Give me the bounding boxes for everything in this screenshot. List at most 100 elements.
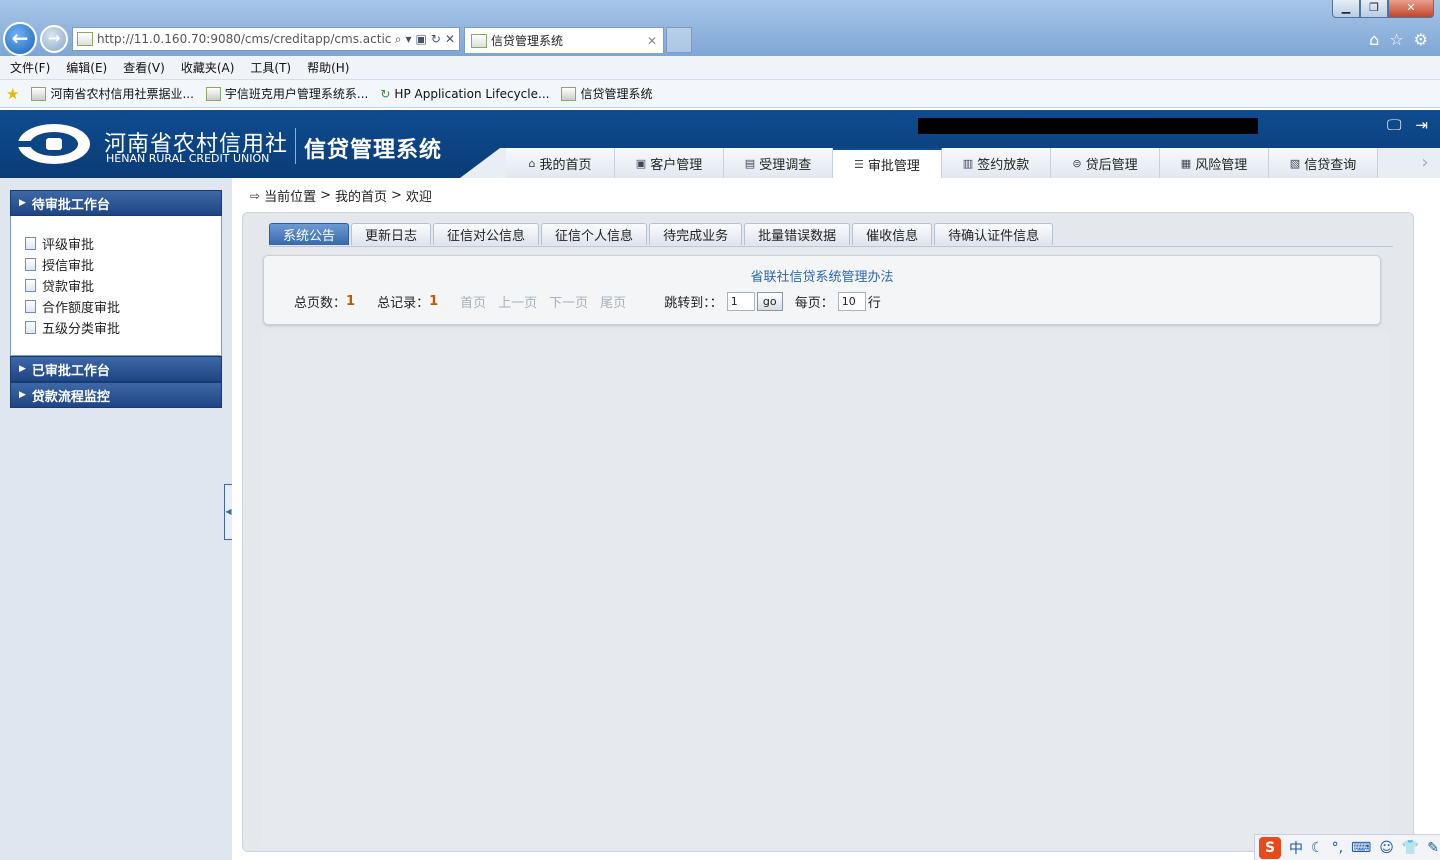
last-page-link[interactable]: 尾页 — [600, 292, 626, 311]
nav-risk[interactable]: ▦ 风险管理 — [1160, 148, 1269, 178]
monitor-icon[interactable]: 🖵 — [1387, 116, 1401, 134]
skin-shirt-icon[interactable]: 👕 — [1402, 840, 1419, 856]
main-content: ⇨ 当前位置 > 我的首页 > 欢迎 系统公告 更新日志 征信对公信息 征信个人… — [232, 178, 1440, 860]
favorites-star-icon[interactable]: ★ — [6, 85, 19, 103]
address-bar[interactable]: http://11.0.160.70:9080/cms/creditapp/cm… — [72, 27, 460, 51]
address-input[interactable]: http://11.0.160.70:9080/cms/creditapp/cm… — [97, 32, 391, 46]
breadcrumb-label: 当前位置 — [264, 190, 317, 205]
jump-page-input[interactable]: 1 — [726, 292, 755, 311]
browser-tab[interactable]: 信贷管理系统 ✕ — [464, 27, 664, 53]
system-name: 信贷管理系统 — [304, 138, 443, 163]
notice-title-link[interactable]: 省联社信贷系统管理办法 — [264, 266, 1380, 285]
favorite-item[interactable]: 信贷管理系统 — [561, 85, 652, 102]
compat-view-icon[interactable]: ▣ — [416, 32, 427, 47]
tab-personal-credit-info[interactable]: 征信个人信息 — [541, 223, 648, 245]
header-tools: 🖵 ⇥ — [1387, 116, 1428, 134]
dropdown-icon[interactable]: ▾ — [406, 32, 412, 47]
sidebar-item-rating-approval[interactable]: 评级审批 — [25, 234, 94, 253]
sidebar-item-five-class-approval[interactable]: 五级分类审批 — [25, 318, 120, 337]
window-controls: ▁ ❐ ✕ — [1332, 0, 1434, 18]
favorite-item[interactable]: 河南省农村信用社票据业... — [31, 85, 194, 102]
breadcrumb-sep: > — [320, 188, 331, 203]
search-icon[interactable]: ⌕ — [395, 32, 402, 47]
postloan-icon: ⊜ — [1072, 156, 1082, 170]
per-page-input[interactable]: 10 — [837, 292, 866, 311]
favorites-star-icon[interactable]: ☆ — [1389, 30, 1403, 49]
home-icon[interactable]: ⌂ — [1369, 30, 1379, 49]
nav-postloan[interactable]: ⊜ 贷后管理 — [1051, 148, 1160, 178]
half-width-moon-icon[interactable]: ☾ — [1311, 840, 1324, 856]
sidebar-item-loan-approval[interactable]: 贷款审批 — [25, 276, 94, 295]
tab-collection-info[interactable]: 催收信息 — [852, 223, 933, 245]
tab-id-confirm-info[interactable]: 待确认证件信息 — [934, 223, 1054, 245]
nav-query[interactable]: ▧ 信贷查询 — [1269, 148, 1378, 178]
punctuation-icon[interactable]: °, — [1332, 840, 1343, 856]
go-button[interactable]: go — [756, 292, 783, 311]
menu-help[interactable]: 帮助(H) — [307, 59, 349, 76]
jump-label: 跳转到：： — [664, 296, 723, 311]
tab-update-log[interactable]: 更新日志 — [351, 223, 432, 245]
nav-scroll-right-icon[interactable]: › — [1410, 148, 1440, 178]
wrench-icon[interactable]: ✎ — [1427, 840, 1439, 856]
maximize-button[interactable]: ❐ — [1360, 0, 1388, 18]
nav-approval[interactable]: ☰ 审批管理 — [833, 148, 942, 178]
org-name-en: HENAN RURAL CREDIT UNION — [106, 152, 270, 165]
user-icon[interactable]: ☺ — [1379, 840, 1394, 856]
menu-file[interactable]: 文件(F) — [10, 59, 50, 76]
menu-edit[interactable]: 编辑(E) — [66, 59, 107, 76]
logout-icon[interactable]: ⇥ — [1415, 116, 1428, 134]
menu-favorites[interactable]: 收藏夹(A) — [181, 59, 235, 76]
close-window-button[interactable]: ✕ — [1388, 0, 1434, 18]
favorite-item[interactable]: 宇信班克用户管理系统系... — [205, 85, 368, 102]
first-page-link[interactable]: 首页 — [460, 292, 486, 311]
forward-button[interactable]: → — [40, 25, 68, 53]
address-tools: ⌕ ▾ ▣ ↻ ✕ — [391, 32, 459, 47]
new-tab-button[interactable] — [666, 27, 692, 53]
prev-page-link[interactable]: 上一页 — [498, 292, 537, 311]
stop-icon[interactable]: ✕ — [445, 32, 455, 47]
nav-customer[interactable]: ▣ 客户管理 — [615, 148, 724, 178]
nav-contract[interactable]: ▥ 签约放款 — [942, 148, 1051, 178]
favorite-item[interactable]: ↻ HP Application Lifecycle... — [380, 87, 549, 101]
logo-divider — [295, 128, 296, 164]
survey-icon: ▤ — [744, 156, 756, 170]
sidebar-section-approved[interactable]: ▶ 已审批工作台 — [10, 356, 222, 382]
keyboard-icon[interactable]: ⌨ — [1351, 840, 1371, 856]
menu-tools[interactable]: 工具(T) — [250, 59, 291, 76]
sidebar-item-coop-limit-approval[interactable]: 合作额度审批 — [25, 297, 120, 316]
tab-batch-error-data[interactable]: 批量错误数据 — [744, 223, 851, 245]
total-pages-value: 1 — [346, 294, 356, 309]
app-header: 河南省农村信用社 HENAN RURAL CREDIT UNION 信贷管理系统… — [0, 110, 1440, 178]
sub-tabs: 系统公告 更新日志 征信对公信息 征信个人信息 待完成业务 批量错误数据 催收信… — [269, 223, 1054, 245]
tab-title: 信贷管理系统 — [491, 34, 564, 48]
total-records-label: 总记录： — [377, 296, 430, 311]
sidebar-section-monitor[interactable]: ▶ 贷款流程监控 — [10, 382, 222, 408]
tab-pending-business[interactable]: 待完成业务 — [649, 223, 743, 245]
sidebar-section-pending[interactable]: ▶ 待审批工作台 — [10, 190, 222, 216]
per-page-label: 每页： — [794, 296, 834, 311]
tab-corp-credit-info[interactable]: 征信对公信息 — [433, 223, 540, 245]
tab-system-notice[interactable]: 系统公告 — [269, 223, 350, 245]
minimize-button[interactable]: ▁ — [1332, 0, 1360, 18]
nav-home[interactable]: ⌂ 我的首页 — [506, 148, 615, 178]
browser-right-tools: ⌂ ☆ ⚙ — [1369, 30, 1428, 49]
triangle-right-icon: ▶ — [19, 364, 26, 374]
gear-icon[interactable]: ⚙ — [1414, 30, 1428, 49]
sogou-ime-icon[interactable]: S — [1259, 836, 1281, 859]
list-icon: ☰ — [854, 157, 864, 171]
customer-icon: ▣ — [635, 156, 647, 170]
menu-view[interactable]: 查看(V) — [123, 59, 165, 76]
risk-icon: ▦ — [1180, 156, 1192, 170]
back-button[interactable]: ← — [3, 22, 37, 56]
document-icon — [25, 321, 36, 334]
refresh-icon[interactable]: ↻ — [431, 32, 441, 47]
breadcrumb-home[interactable]: 我的首页 — [335, 186, 387, 205]
tab-underline — [269, 246, 1393, 247]
browser-titlebar: ▁ ❐ ✕ ← → http://11.0.160.70:9080/cms/cr… — [0, 0, 1440, 56]
ime-mode-indicator[interactable]: 中 — [1289, 838, 1303, 858]
total-records-value: 1 — [429, 294, 439, 309]
next-page-link[interactable]: 下一页 — [549, 292, 588, 311]
close-tab-icon[interactable]: ✕ — [647, 34, 657, 48]
sidebar-item-credit-approval[interactable]: 授信审批 — [25, 255, 94, 274]
nav-survey[interactable]: ▤ 受理调查 — [724, 148, 833, 178]
